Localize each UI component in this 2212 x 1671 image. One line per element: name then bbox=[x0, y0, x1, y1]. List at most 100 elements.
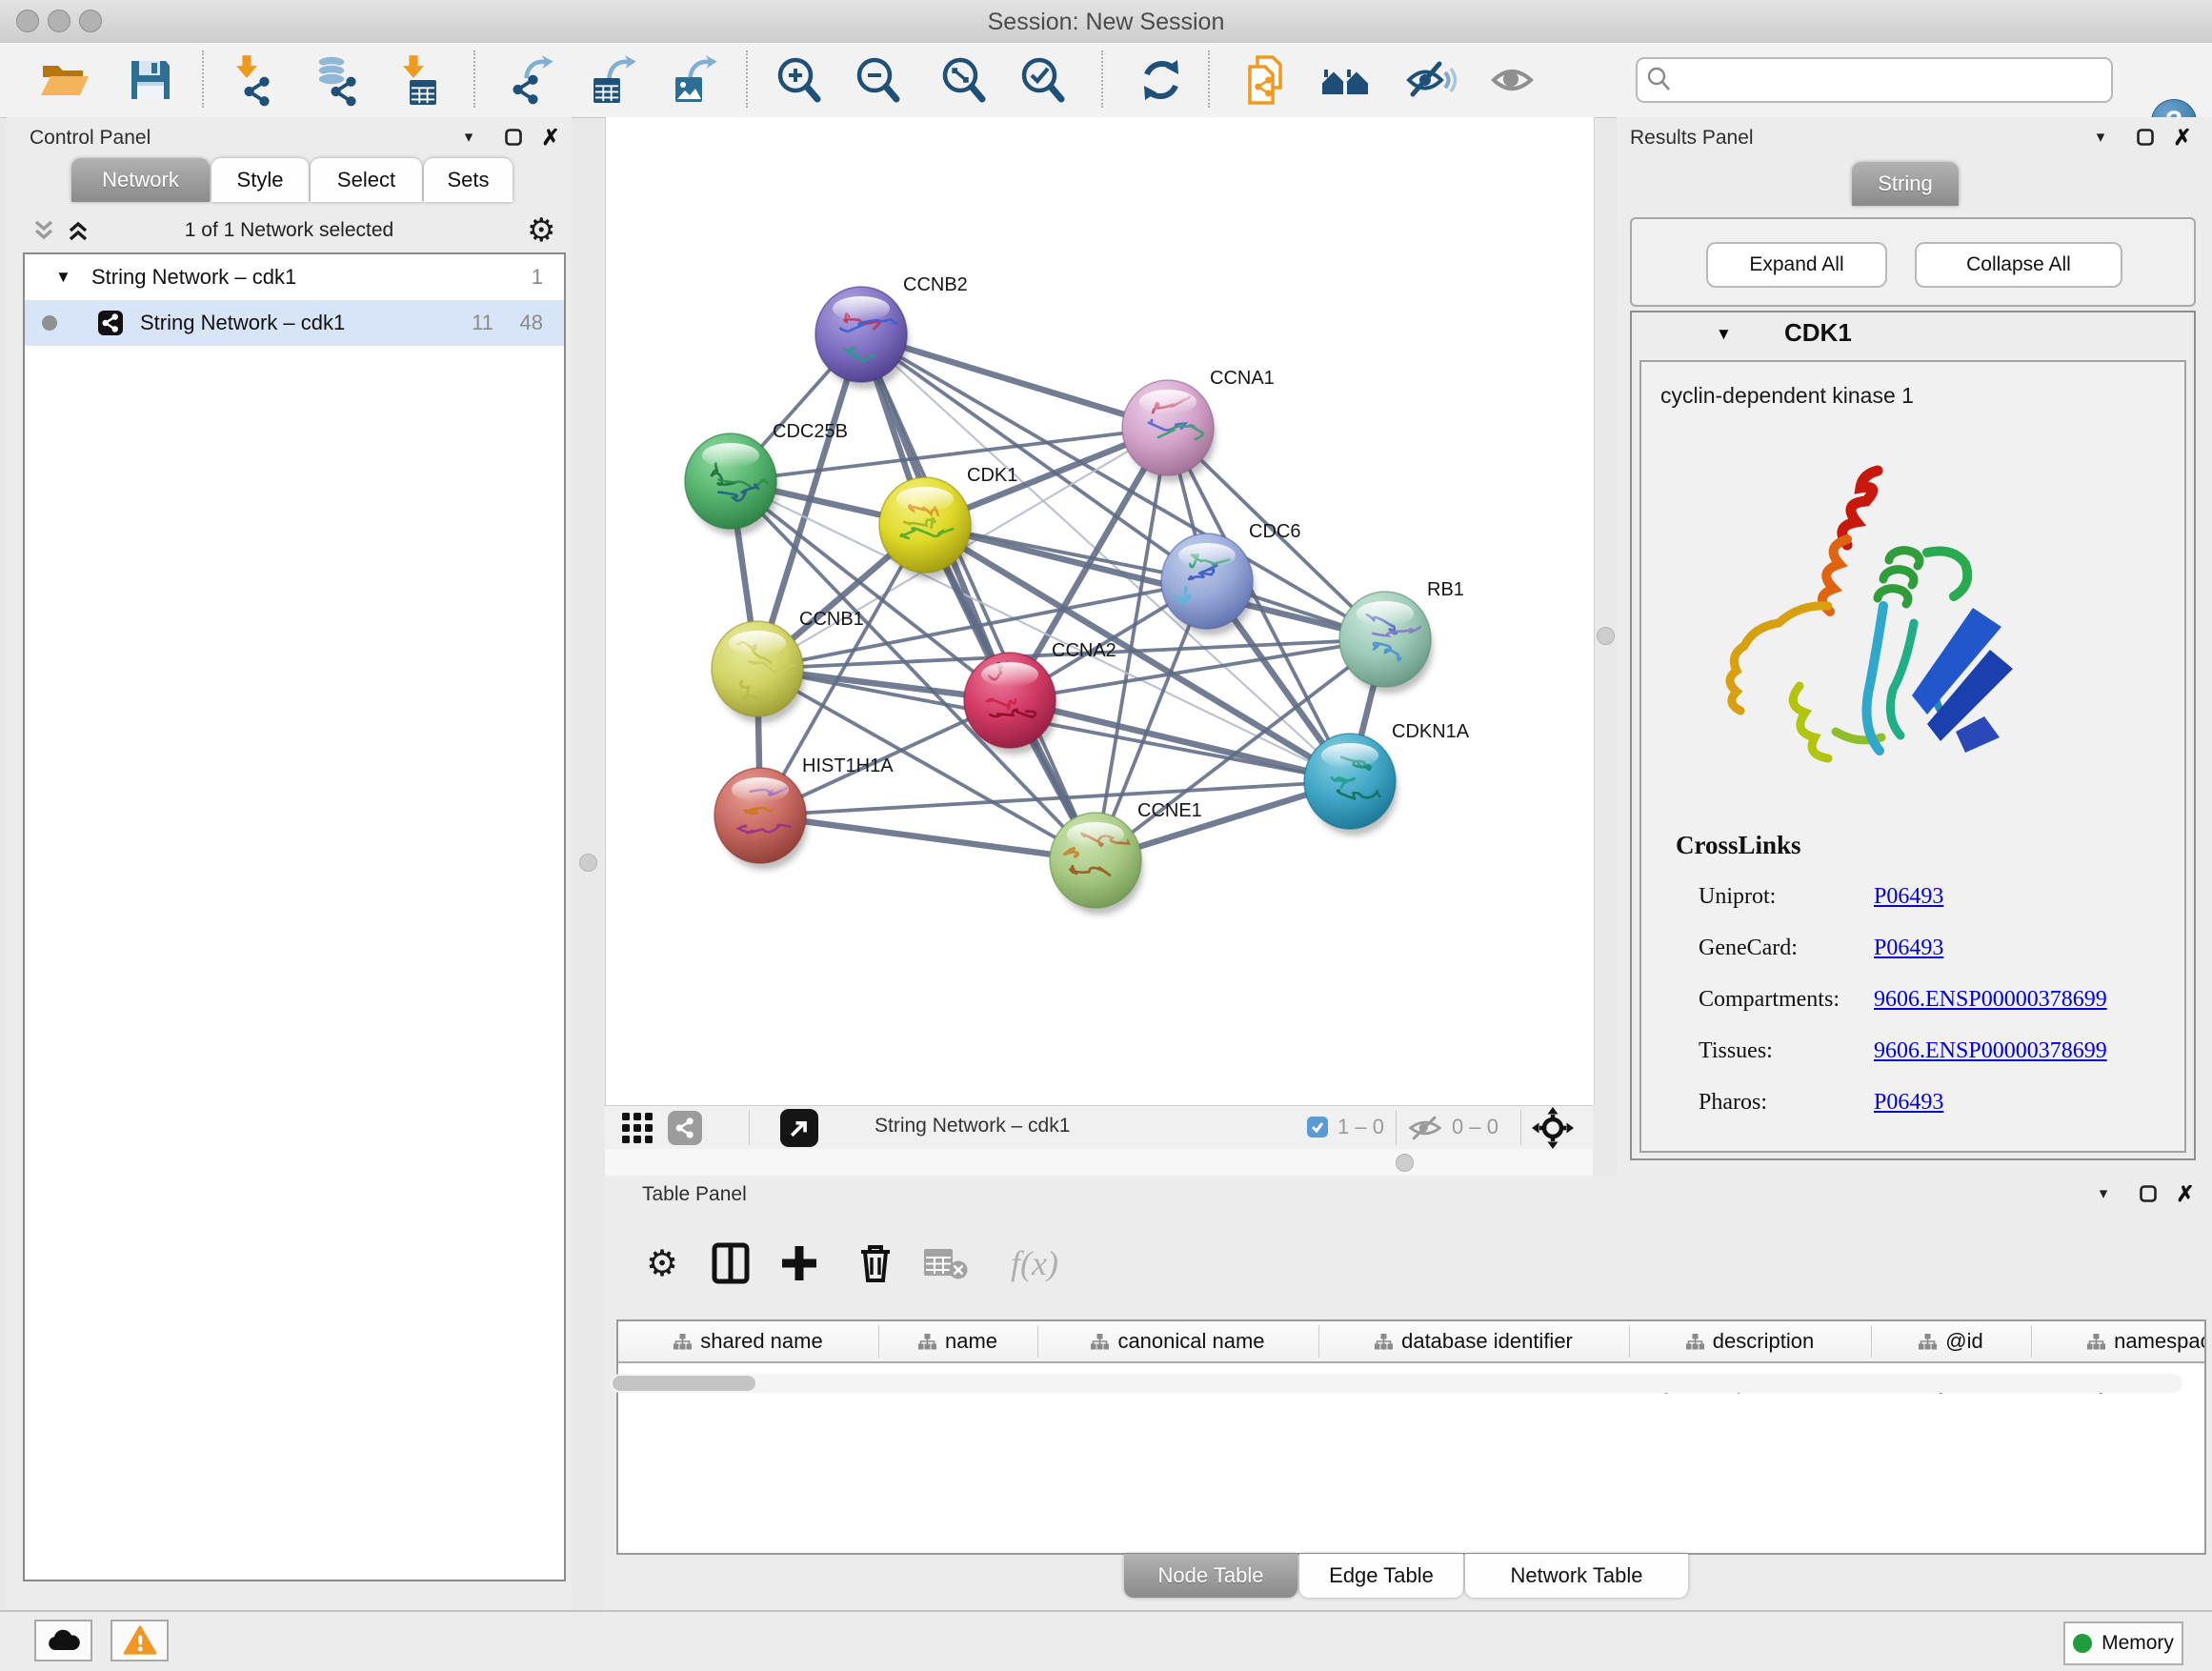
collapse-all-button[interactable]: Collapse All bbox=[1915, 242, 2122, 288]
network-edge-count: 48 bbox=[520, 311, 543, 335]
left-splitter-handle[interactable] bbox=[579, 854, 597, 872]
apply-layout-icon[interactable] bbox=[1135, 53, 1188, 107]
column-separator[interactable] bbox=[1871, 1325, 1872, 1358]
create-column-icon[interactable] bbox=[774, 1238, 824, 1288]
network-canvas[interactable]: CCNB2CCNA1CDC25BCDK1CDC6RB1CCNB1CCNA2CDK… bbox=[606, 117, 1594, 1105]
protein-collapse-icon[interactable]: ▼ bbox=[1716, 325, 1732, 344]
tab-network-table[interactable]: Network Table bbox=[1465, 1554, 1688, 1598]
string-home-icon[interactable] bbox=[1318, 53, 1372, 107]
export-table-icon[interactable] bbox=[588, 53, 641, 107]
expand-all-button[interactable]: Expand All bbox=[1706, 242, 1887, 288]
network-edge-HIST1H1A-CCNE1[interactable] bbox=[760, 815, 1096, 860]
zoom-fit-icon[interactable] bbox=[936, 53, 990, 107]
table-horizontal-scrollbar[interactable] bbox=[611, 1374, 2182, 1393]
tab-edge-table[interactable]: Edge Table bbox=[1299, 1554, 1463, 1598]
cloud-status-button[interactable] bbox=[34, 1620, 92, 1661]
table-scrollbar-thumb[interactable] bbox=[613, 1376, 755, 1391]
column-separator[interactable] bbox=[1037, 1325, 1038, 1358]
network-view[interactable]: CCNB2CCNA1CDC25BCDK1CDC6RB1CCNB1CCNA2CDK… bbox=[605, 117, 1595, 1105]
network-node-HIST1H1A[interactable]: HIST1H1A bbox=[714, 755, 894, 870]
memory-button[interactable]: Memory bbox=[2063, 1621, 2183, 1665]
export-network-icon[interactable] bbox=[507, 53, 560, 107]
results-panel-collapse-icon[interactable]: ▾ bbox=[2086, 123, 2115, 151]
table-panel-close-icon[interactable]: ✗ bbox=[2171, 1179, 2200, 1208]
column-separator[interactable] bbox=[878, 1325, 879, 1358]
column-separator[interactable] bbox=[2031, 1325, 2032, 1358]
results-panel-close-icon[interactable]: ✗ bbox=[2168, 123, 2197, 151]
crosslinks-heading: CrossLinks bbox=[1676, 831, 1801, 860]
tab-sets[interactable]: Sets bbox=[424, 158, 513, 202]
network-share-badge-icon[interactable] bbox=[668, 1111, 702, 1145]
selected-count: 1 – 0 bbox=[1337, 1115, 1384, 1139]
column-header-database-identifier[interactable]: database identifier bbox=[1318, 1321, 1629, 1363]
toolbar-separator bbox=[473, 50, 475, 108]
hide-glass-icon[interactable] bbox=[1404, 53, 1458, 107]
horizontal-splitter[interactable] bbox=[605, 1149, 1593, 1176]
search-input[interactable] bbox=[1681, 68, 2111, 92]
show-glass-icon[interactable] bbox=[1486, 53, 1539, 107]
search-box[interactable] bbox=[1636, 57, 2113, 103]
control-panel-float-icon[interactable] bbox=[499, 123, 528, 151]
show-columns-icon[interactable] bbox=[706, 1238, 755, 1288]
control-panel-close-icon[interactable]: ✗ bbox=[536, 123, 565, 151]
tab-network[interactable]: Network bbox=[71, 158, 210, 202]
crosslink-link[interactable]: 9606.ENSP00000378699 bbox=[1874, 1038, 2107, 1064]
import-network-icon[interactable] bbox=[229, 53, 282, 107]
open-session-icon[interactable] bbox=[37, 53, 90, 107]
hidden-eye-icon[interactable] bbox=[1408, 1115, 1442, 1141]
node-table[interactable]: shared nameCDK1nameCDK1canonical nameP06… bbox=[616, 1319, 2206, 1555]
network-node-CCNA1[interactable]: CCNA1 bbox=[1122, 368, 1275, 482]
network-node-CCNB2[interactable]: CCNB2 bbox=[815, 274, 968, 389]
control-panel-title: Control Panel bbox=[30, 127, 151, 150]
network-node-CDKN1A[interactable]: CDKN1A bbox=[1304, 721, 1470, 836]
zoom-out-icon[interactable] bbox=[851, 53, 904, 107]
warning-status-button[interactable] bbox=[111, 1620, 169, 1661]
import-network-from-database-icon[interactable] bbox=[312, 53, 365, 107]
control-panel-collapse-icon[interactable]: ▾ bbox=[454, 123, 483, 151]
table-options-gear-icon[interactable]: ⚙ bbox=[637, 1238, 687, 1288]
tab-style[interactable]: Style bbox=[211, 158, 309, 202]
tab-select[interactable]: Select bbox=[311, 158, 422, 202]
crosslink-link[interactable]: P06493 bbox=[1874, 1090, 1943, 1116]
tab-node-table[interactable]: Node Table bbox=[1124, 1554, 1297, 1598]
column-separator[interactable] bbox=[1629, 1325, 1630, 1358]
network-node-RB1[interactable]: RB1 bbox=[1339, 579, 1464, 694]
network-node-CDC25B[interactable]: CDC25B bbox=[685, 421, 848, 535]
network-node-CDK1[interactable]: CDK1 bbox=[879, 465, 1017, 579]
network-edge-CCNB2-CCNE1[interactable] bbox=[861, 334, 1096, 860]
birds-eye-crosshair-icon[interactable] bbox=[1532, 1107, 1574, 1149]
save-session-icon[interactable] bbox=[124, 53, 177, 107]
network-options-gear-icon[interactable]: ⚙ bbox=[527, 211, 555, 250]
column-header--id[interactable]: @id bbox=[1871, 1321, 2031, 1363]
import-table-icon[interactable] bbox=[394, 53, 448, 107]
zoom-in-icon[interactable] bbox=[772, 53, 825, 107]
horizontal-splitter-handle[interactable] bbox=[1396, 1154, 1414, 1172]
results-panel-float-icon[interactable] bbox=[2131, 123, 2160, 151]
open-in-window-icon[interactable] bbox=[780, 1109, 818, 1147]
crosslink-link[interactable]: P06493 bbox=[1874, 884, 1943, 910]
column-header-name[interactable]: name bbox=[878, 1321, 1037, 1363]
right-splitter-handle[interactable] bbox=[1597, 627, 1615, 645]
column-header-canonical-name[interactable]: canonical name bbox=[1037, 1321, 1318, 1363]
table-panel-collapse-icon[interactable]: ▾ bbox=[2089, 1179, 2118, 1208]
delete-table-icon[interactable] bbox=[921, 1238, 971, 1288]
function-builder-icon[interactable]: f(x) bbox=[992, 1238, 1077, 1288]
export-image-icon[interactable] bbox=[669, 53, 722, 107]
network-collection-row[interactable]: ▼ String Network – cdk1 1 bbox=[25, 254, 564, 300]
grid-view-icon[interactable] bbox=[622, 1113, 653, 1143]
column-header-shared-name[interactable]: shared name bbox=[618, 1321, 878, 1363]
column-header-description[interactable]: description bbox=[1629, 1321, 1871, 1363]
protein-details: cyclin-dependent kinase 1 bbox=[1639, 360, 2186, 1153]
column-header-namespace[interactable]: namespace bbox=[2031, 1321, 2206, 1363]
crosslink-link[interactable]: P06493 bbox=[1874, 936, 1943, 961]
collection-expand-icon[interactable]: ▼ bbox=[55, 268, 71, 287]
network-row[interactable]: String Network – cdk1 11 48 bbox=[25, 300, 564, 346]
zoom-selected-icon[interactable] bbox=[1016, 53, 1069, 107]
copy-network-icon[interactable] bbox=[1238, 53, 1292, 107]
delete-column-icon[interactable] bbox=[851, 1238, 900, 1288]
tab-string-results[interactable]: String bbox=[1852, 162, 1959, 206]
table-panel-float-icon[interactable] bbox=[2134, 1179, 2162, 1208]
column-separator[interactable] bbox=[1318, 1325, 1319, 1358]
crosslink-link[interactable]: 9606.ENSP00000378699 bbox=[1874, 987, 2107, 1013]
selected-checkbox-icon[interactable] bbox=[1307, 1117, 1328, 1137]
